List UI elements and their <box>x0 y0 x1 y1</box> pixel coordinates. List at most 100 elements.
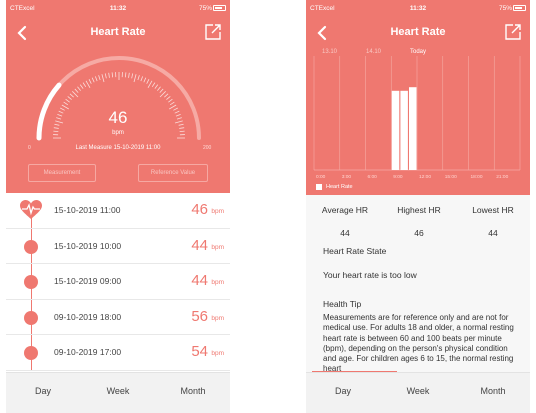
chart-bar[interactable] <box>409 87 417 170</box>
record-date: 15-10-2019 09:00 <box>54 276 122 286</box>
tab-day[interactable]: Day <box>6 386 80 396</box>
gauge-tick <box>98 75 101 81</box>
gauge-tick <box>63 101 69 106</box>
x-tick-label: 21:00 <box>496 174 508 180</box>
nav-bar: Heart Rate <box>306 20 530 46</box>
gauge-tick <box>94 76 98 82</box>
battery-icon <box>513 5 526 12</box>
page-title: Heart Rate <box>390 26 446 38</box>
gauge-tick <box>143 77 147 83</box>
x-tick-label: 0:00 <box>316 174 326 180</box>
gauge-tick <box>146 79 150 84</box>
gauge-tick <box>164 93 169 98</box>
timeline-dot <box>24 275 38 289</box>
lowest-hr-label: Lowest HR <box>472 205 514 215</box>
gauge-tick <box>168 98 173 103</box>
x-tick-label: 18:00 <box>471 174 483 180</box>
tab-day[interactable]: Day <box>306 386 380 396</box>
gauge-unit: bpm <box>112 130 124 136</box>
share-icon[interactable] <box>204 23 222 41</box>
page-title: Heart Rate <box>90 26 146 38</box>
record-value: 44 <box>191 236 208 254</box>
summary-panel: Average HR Highest HR Lowest HR 44 46 44… <box>306 195 530 372</box>
record-value: 44 <box>191 272 208 289</box>
gauge-tick <box>65 98 70 103</box>
record-unit: bpm <box>211 279 224 286</box>
record-row[interactable]: 15-10-2019 09:00 44 bpm <box>6 264 230 300</box>
period-tab-bar: Day Week Month <box>6 372 230 413</box>
share-icon[interactable] <box>504 23 522 41</box>
gauge-tick <box>88 79 92 84</box>
status-time: 11:32 <box>109 5 127 12</box>
reference-value-button[interactable]: Reference Value <box>138 164 208 182</box>
gauge-tick <box>74 88 79 93</box>
gauge-tick <box>108 72 110 78</box>
gauge-tick <box>85 80 91 88</box>
record-row[interactable]: 09-10-2019 18:00 56 bpm <box>6 300 230 335</box>
gauge-tick <box>128 72 130 78</box>
gauge-tick <box>166 96 171 100</box>
status-bar: CTExcel 11:32 75% <box>306 0 530 16</box>
record-date: 09-10-2019 18:00 <box>54 311 122 322</box>
average-hr-value: 44 <box>340 228 350 238</box>
heart-rate-gauge: 46 bpm 0 200 Last Measure 15-10-2019 11:… <box>6 50 230 160</box>
chart-bar[interactable] <box>391 90 400 170</box>
record-date: 15-10-2019 11:00 <box>54 205 121 215</box>
record-row[interactable]: 15-10-2019 11:00 46 bpm <box>6 193 230 229</box>
gauge-tick <box>111 72 114 78</box>
gauge-tick <box>91 77 95 83</box>
record-row[interactable]: 15-10-2019 10:00 44 bpm <box>6 229 230 264</box>
gauge-tick <box>154 84 159 89</box>
average-hr-label: Average HR <box>321 205 369 215</box>
gauge-tick <box>151 82 156 88</box>
tab-week[interactable]: Week <box>381 386 455 396</box>
x-tick-label: 15:00 <box>445 174 457 180</box>
gauge-tick <box>147 80 153 88</box>
x-tick-label: 9:00 <box>393 174 403 180</box>
nav-bar: Heart Rate <box>6 20 230 46</box>
period-tab-bar: Day Week Month <box>306 372 530 413</box>
gauge-tick <box>137 75 140 81</box>
highest-hr-value: 46 <box>414 228 424 238</box>
gauge-value: 46 <box>108 108 128 127</box>
record-date: 09-10-2019 17:00 <box>54 347 122 357</box>
measurement-button[interactable]: Measurement <box>28 164 96 182</box>
tab-month[interactable]: Month <box>456 386 530 396</box>
chart-bar[interactable] <box>400 90 408 170</box>
timeline-dot <box>24 346 38 360</box>
gauge-tick <box>124 72 127 78</box>
timeline-dot <box>24 310 38 325</box>
status-time: 11:32 <box>409 5 427 12</box>
hero-header: CTExcel 11:32 75% Heart Rate 46 bpm 0 20… <box>6 0 230 193</box>
record-date: 15-10-2019 10:00 <box>54 240 122 251</box>
x-tick-label: 6:00 <box>368 174 378 180</box>
heart-rate-overview-screen: CTExcel 11:32 75% Heart Rate 46 bpm 0 20… <box>6 0 230 413</box>
tab-month[interactable]: Month <box>156 386 230 396</box>
battery-indicator: 75% <box>499 5 526 12</box>
gauge-tick <box>157 86 161 91</box>
status-bar: CTExcel 11:32 75% <box>6 0 230 16</box>
record-list: 15-10-2019 11:00 46 bpm 15-10-2019 10:00… <box>6 193 230 371</box>
tab-week[interactable]: Week <box>81 386 155 396</box>
hero-header: CTExcel 11:32 75% Heart Rate 13.10 14.10… <box>306 0 530 195</box>
gauge-tick <box>67 96 72 100</box>
record-value: 56 <box>191 307 208 325</box>
record-value: 54 <box>191 343 208 360</box>
legend-swatch <box>316 184 322 190</box>
record-row[interactable]: 09-10-2019 17:00 54 bpm <box>6 335 230 371</box>
gauge-tick <box>140 76 144 82</box>
record-unit: bpm <box>211 208 224 215</box>
gauge-tick <box>131 73 134 79</box>
heart-rate-state-title: Heart Rate State <box>323 246 387 256</box>
heart-rate-state-text: Your heart rate is too low <box>323 270 417 280</box>
health-tip-text: Measurements are for reference only and … <box>323 313 514 372</box>
gauge-ticks <box>53 72 185 139</box>
battery-percent: 75% <box>498 5 512 12</box>
record-value: 46 <box>191 201 208 218</box>
lowest-hr-value: 44 <box>488 228 498 238</box>
gauge-tick <box>104 73 107 79</box>
gauge-tick <box>101 74 105 83</box>
x-tick-label: 12:00 <box>419 174 431 180</box>
heart-rate-bar-chart: 0:00 3:00 6:00 9:00 12:00 15:00 18:00 21:00 <box>313 56 521 180</box>
gauge-tick <box>77 86 81 91</box>
